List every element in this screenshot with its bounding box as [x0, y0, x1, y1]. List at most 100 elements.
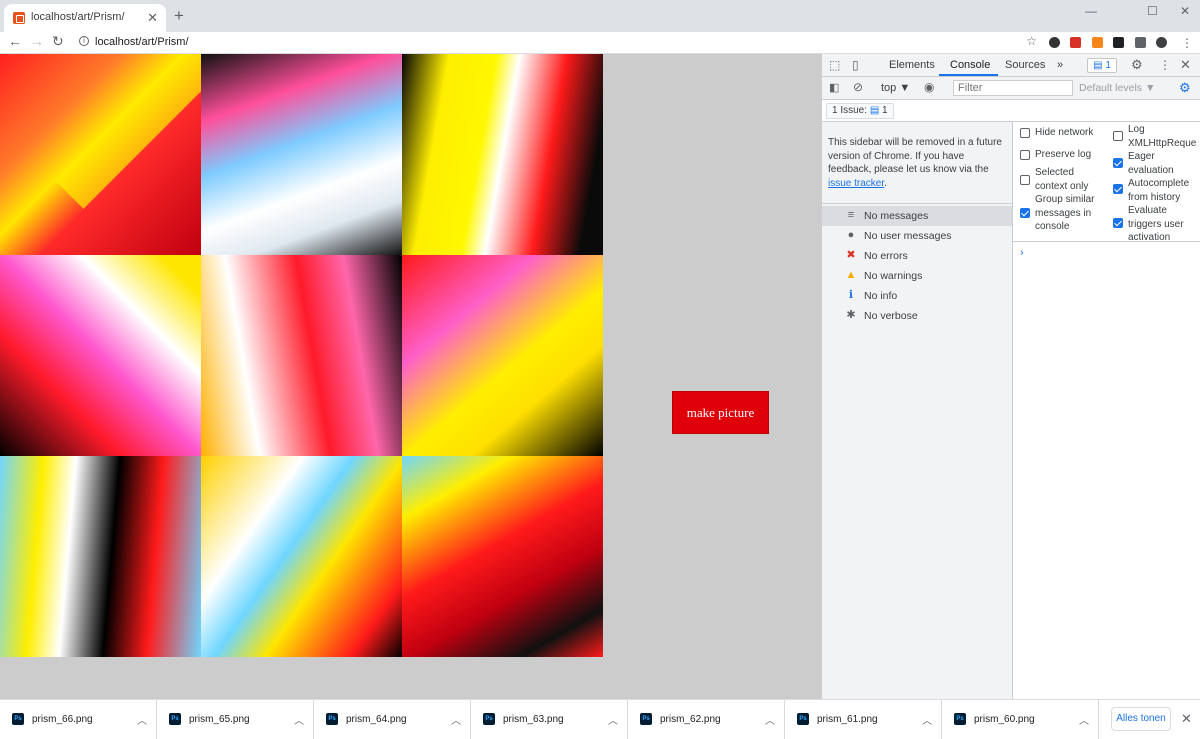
- window-close-button[interactable]: ✕: [1180, 4, 1190, 18]
- sidebar-toggle-icon[interactable]: ◧: [829, 81, 839, 94]
- sidebar-item-warnings[interactable]: ▲ No warnings: [822, 266, 1012, 286]
- chevron-up-icon[interactable]: ︿: [451, 712, 461, 727]
- chevron-up-icon[interactable]: ︿: [1079, 712, 1089, 727]
- address-bar[interactable]: i localhost/art/Prism/ ☆: [73, 33, 1043, 53]
- forward-arrow-icon[interactable]: →: [30, 33, 44, 49]
- extension-icon[interactable]: [1113, 37, 1124, 48]
- show-all-downloads-button[interactable]: Alles tonen: [1111, 707, 1171, 731]
- sidebar-item-messages[interactable]: ≡ No messages: [822, 206, 1012, 226]
- metamask-icon[interactable]: [1092, 37, 1103, 48]
- download-item[interactable]: Ps prism_60.png ︿: [942, 700, 1099, 739]
- download-filename: prism_64.png: [346, 714, 407, 725]
- tab-console[interactable]: Console: [950, 59, 990, 71]
- tab-close-icon[interactable]: ✕: [147, 10, 158, 26]
- sidebar-item-label: No errors: [864, 250, 908, 262]
- profile-avatar[interactable]: [1156, 37, 1167, 48]
- warning-icon: ▲: [845, 269, 857, 281]
- chevron-up-icon[interactable]: ︿: [922, 712, 932, 727]
- context-selector[interactable]: top ▼: [881, 82, 910, 94]
- browser-tab[interactable]: localhost/art/Prism/ ✕: [4, 4, 166, 32]
- device-toolbar-icon[interactable]: ▯: [852, 58, 859, 72]
- inspect-element-icon[interactable]: ⬚: [829, 58, 840, 72]
- issues-badge[interactable]: ▤ 1: [1087, 58, 1117, 73]
- log-levels-dropdown[interactable]: Default levels ▼: [1079, 82, 1155, 94]
- prism-tile: [201, 255, 402, 456]
- site-info-icon[interactable]: i: [79, 36, 89, 46]
- log-xhr-checkbox[interactable]: [1113, 131, 1123, 141]
- list-icon: ≡: [847, 209, 855, 221]
- console-filter-input[interactable]: [953, 80, 1073, 96]
- photoshop-file-icon: Ps: [326, 713, 338, 725]
- console-sidebar: This sidebar will be removed in a future…: [822, 122, 1013, 699]
- photoshop-file-icon: Ps: [954, 713, 966, 725]
- hide-network-checkbox[interactable]: [1020, 128, 1030, 138]
- download-item[interactable]: Ps prism_66.png ︿: [0, 700, 157, 739]
- tab-sources[interactable]: Sources: [1005, 59, 1045, 71]
- url-text[interactable]: localhost/art/Prism/: [95, 36, 189, 48]
- error-icon: ✖: [846, 249, 856, 261]
- issues-badge-count: 1: [1105, 60, 1111, 71]
- clear-console-icon[interactable]: ⊘: [853, 80, 863, 94]
- chevron-up-icon[interactable]: ︿: [765, 712, 775, 727]
- sidebar-item-user-messages[interactable]: ● No user messages: [822, 226, 1012, 246]
- download-item[interactable]: Ps prism_63.png ︿: [471, 700, 628, 739]
- new-tab-button[interactable]: +: [174, 6, 184, 26]
- sidebar-item-info[interactable]: ℹ No info: [822, 286, 1012, 306]
- puzzle-extensions-icon[interactable]: [1135, 37, 1146, 48]
- download-filename: prism_62.png: [660, 714, 721, 725]
- download-item[interactable]: Ps prism_64.png ︿: [314, 700, 471, 739]
- selected-context-checkbox[interactable]: [1020, 175, 1030, 185]
- group-similar-label: Group similar messages in console: [1035, 194, 1095, 232]
- autocomplete-checkbox[interactable]: [1113, 184, 1123, 194]
- favicon-icon: [13, 12, 25, 24]
- browser-toolbar: ← → ↻ i localhost/art/Prism/ ☆: [0, 32, 1200, 54]
- devtools-menu-icon[interactable]: ⋮: [1159, 58, 1171, 72]
- sidebar-item-verbose[interactable]: ✱ No verbose: [822, 306, 1012, 326]
- sidebar-item-label: No info: [864, 290, 898, 302]
- group-similar-checkbox[interactable]: [1020, 208, 1030, 218]
- bookmark-star-icon[interactable]: ☆: [1026, 34, 1037, 48]
- preserve-log-label: Preserve log: [1035, 149, 1092, 160]
- extension-icon[interactable]: [1049, 37, 1060, 48]
- tab-elements[interactable]: Elements: [889, 59, 935, 71]
- devtools-close-icon[interactable]: ✕: [1180, 57, 1191, 73]
- minimize-button[interactable]: —: [1085, 4, 1097, 18]
- download-item[interactable]: Ps prism_65.png ︿: [157, 700, 314, 739]
- download-item[interactable]: Ps prism_61.png ︿: [785, 700, 942, 739]
- prism-tile: [402, 456, 603, 657]
- eager-evaluation-checkbox[interactable]: [1113, 158, 1123, 168]
- settings-gear-icon[interactable]: ⚙: [1131, 57, 1143, 73]
- download-item[interactable]: Ps prism_62.png ︿: [628, 700, 785, 739]
- sidebar-item-errors[interactable]: ✖ No errors: [822, 246, 1012, 266]
- preserve-log-checkbox[interactable]: [1020, 150, 1030, 160]
- download-filename: prism_61.png: [817, 714, 878, 725]
- page-content: make picture: [0, 54, 821, 699]
- evaluate-triggers-checkbox[interactable]: [1113, 218, 1123, 228]
- issue-tracker-link[interactable]: issue tracker: [828, 178, 884, 189]
- sidebar-deprecation-notice: This sidebar will be removed in a future…: [828, 136, 1008, 190]
- download-filename: prism_65.png: [189, 714, 250, 725]
- sidebar-item-label: No messages: [864, 210, 929, 222]
- chevron-up-icon[interactable]: ︿: [608, 712, 618, 727]
- devtools-tab-bar: ⬚ ▯ Elements Console Sources » ▤ 1 ⚙ ⋮ ✕: [822, 54, 1200, 77]
- console-prompt[interactable]: ›: [1020, 247, 1024, 259]
- more-tabs-chevron[interactable]: »: [1057, 59, 1063, 71]
- prism-tile: [201, 456, 402, 657]
- reload-icon[interactable]: ↻: [52, 33, 64, 50]
- make-picture-button[interactable]: make picture: [672, 391, 769, 434]
- chevron-up-icon[interactable]: ︿: [137, 712, 147, 727]
- live-expression-eye-icon[interactable]: ◉: [924, 80, 934, 94]
- photoshop-file-icon: Ps: [640, 713, 652, 725]
- prism-artwork-grid: [0, 54, 605, 660]
- extension-icon[interactable]: [1070, 37, 1081, 48]
- maximize-button[interactable]: ☐: [1147, 4, 1158, 18]
- back-arrow-icon[interactable]: ←: [8, 33, 22, 49]
- chevron-up-icon[interactable]: ︿: [294, 712, 304, 727]
- download-filename: prism_66.png: [32, 714, 93, 725]
- browser-menu-icon[interactable]: ⋮: [1181, 36, 1193, 50]
- prism-tile: [402, 54, 603, 255]
- download-bar-close-icon[interactable]: ✕: [1181, 711, 1192, 727]
- console-settings-gear-icon[interactable]: ⚙: [1179, 80, 1191, 96]
- issues-button[interactable]: 1 Issue: ▤ 1: [826, 103, 894, 119]
- photoshop-file-icon: Ps: [797, 713, 809, 725]
